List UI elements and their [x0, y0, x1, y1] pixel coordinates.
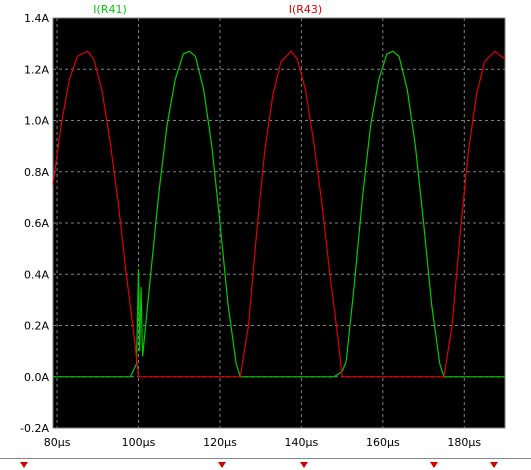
plot-window: -0.2A 0.0A 0.2A 0.4A 0.6A 0.8A 1.0A 1.2A 1.4A 80µ…: [0, 0, 531, 469]
legend-label: I(R41): [93, 3, 126, 16]
y-tick-label: 0.4A: [24, 268, 49, 281]
x-tick-label: 160µs: [366, 436, 400, 449]
x-tick-label: 100µs: [122, 436, 156, 449]
probe-marker-icon: [218, 462, 226, 468]
legend-label: I(R43): [289, 3, 322, 16]
y-tick-label: -0.2A: [20, 422, 49, 435]
y-tick-label: 1.0A: [24, 115, 49, 128]
x-tick-label: 180µs: [447, 436, 481, 449]
y-tick-label: 1.4A: [24, 12, 49, 25]
y-tick-label: 1.2A: [24, 63, 49, 76]
x-tick-label: 80µs: [44, 436, 71, 449]
y-tick-label: 0.0A: [24, 371, 49, 384]
current-waveform-chart: -0.2A 0.0A 0.2A 0.4A 0.6A 0.8A 1.0A 1.2A 1.4A 80µ…: [20, 3, 506, 449]
probe-marker-icon: [300, 462, 308, 468]
probe-marker-icon: [20, 462, 28, 468]
y-tick-label: 0.6A: [24, 217, 49, 230]
y-tick-label: 0.8A: [24, 166, 49, 179]
x-tick-label: 140µs: [285, 436, 319, 449]
status-strip: [0, 458, 531, 470]
x-tick-label: 120µs: [203, 436, 237, 449]
probe-marker-icon: [490, 462, 498, 468]
probe-marker-icon: [430, 462, 438, 468]
y-tick-label: 0.2A: [24, 320, 49, 333]
